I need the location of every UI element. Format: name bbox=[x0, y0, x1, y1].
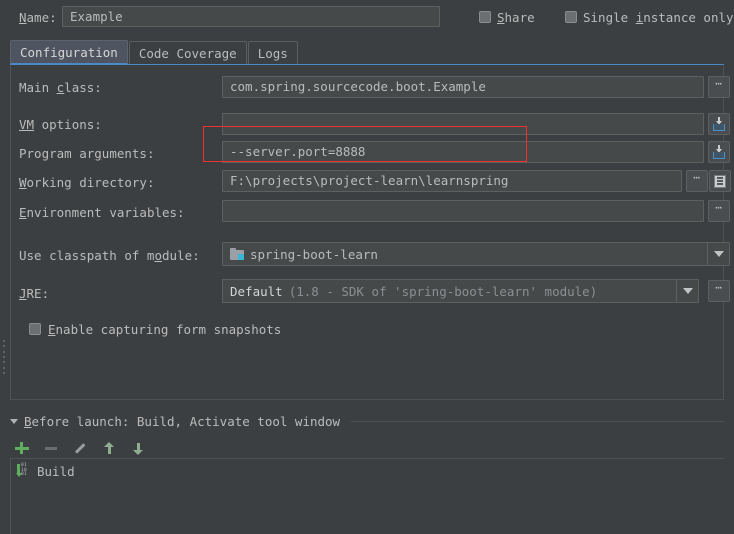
share-label: Share bbox=[497, 10, 535, 25]
move-up-button[interactable] bbox=[101, 440, 117, 456]
program-arguments-label: Program arguments: bbox=[19, 146, 154, 161]
environment-variables-label: Environment variables: bbox=[19, 205, 185, 220]
header-divider bbox=[351, 421, 724, 422]
jre-browse-button[interactable]: ⋯ bbox=[708, 280, 730, 302]
name-label-text: ame: bbox=[27, 10, 57, 25]
jre-dropdown-arrow[interactable] bbox=[676, 280, 698, 302]
name-label-mnemonic: N bbox=[19, 10, 27, 25]
name-input[interactable]: Example bbox=[62, 6, 440, 27]
before-launch-header[interactable]: Before launch: Build, Activate tool wind… bbox=[10, 413, 724, 429]
ellipsis-icon: ⋯ bbox=[715, 284, 723, 292]
classpath-module-value: spring-boot-learn bbox=[250, 247, 378, 262]
remove-button bbox=[43, 440, 59, 456]
jre-label: JRE: bbox=[19, 286, 49, 301]
main-class-label: Main class: bbox=[19, 80, 102, 95]
name-label: Name: bbox=[19, 10, 57, 25]
working-directory-input[interactable]: F:\projects\project-learn\learnspring bbox=[222, 170, 682, 192]
edit-button bbox=[72, 440, 88, 456]
macro-list-icon bbox=[714, 175, 726, 188]
before-launch-toolbar[interactable] bbox=[14, 440, 146, 456]
jre-value-secondary: (1.8 - SDK of 'spring-boot-learn' module… bbox=[289, 284, 598, 299]
environment-variables-browse-button[interactable]: ⋯ bbox=[708, 200, 730, 222]
chevron-down-icon bbox=[683, 288, 693, 294]
program-arguments-input[interactable]: --server.port=8888 bbox=[222, 141, 704, 163]
enable-snapshots-checkbox[interactable] bbox=[29, 323, 41, 335]
ellipsis-icon: ⋯ bbox=[715, 80, 723, 88]
working-directory-browse-button[interactable]: ⋯ bbox=[686, 170, 708, 192]
vm-options-input[interactable] bbox=[222, 113, 704, 135]
list-item-label: Build bbox=[37, 464, 75, 479]
ellipsis-icon: ⋯ bbox=[693, 174, 701, 182]
dialog-header: Name: Example Share Single instance only bbox=[0, 0, 734, 36]
main-class-browse-button[interactable]: ⋯ bbox=[708, 76, 730, 98]
working-directory-label: Working directory: bbox=[19, 175, 154, 190]
add-button[interactable] bbox=[14, 440, 30, 456]
jre-combobox[interactable]: Default (1.8 - SDK of 'spring-boot-learn… bbox=[222, 279, 699, 303]
classpath-module-dropdown-arrow[interactable] bbox=[707, 243, 729, 265]
minus-icon bbox=[45, 447, 57, 450]
arrow-down-icon bbox=[132, 442, 144, 455]
tab-bar[interactable]: Configuration Code Coverage Logs bbox=[10, 40, 299, 65]
ellipsis-icon: ⋯ bbox=[715, 204, 723, 212]
jre-value-primary: Default bbox=[230, 284, 283, 299]
classpath-module-label: Use classpath of module: bbox=[19, 248, 200, 263]
module-icon bbox=[230, 248, 244, 260]
before-launch-list[interactable]: 011001 Build bbox=[10, 458, 724, 534]
arrow-up-icon bbox=[103, 442, 115, 455]
before-launch-title: Before launch: Build, Activate tool wind… bbox=[24, 414, 340, 429]
tab-code-coverage[interactable]: Code Coverage bbox=[129, 41, 247, 65]
collapse-triangle-icon[interactable] bbox=[10, 419, 18, 424]
tab-configuration[interactable]: Configuration bbox=[10, 40, 128, 65]
enable-snapshots-label: Enable capturing form snapshots bbox=[48, 322, 281, 337]
single-instance-checkbox[interactable] bbox=[565, 11, 577, 23]
panel-splitter-handle[interactable] bbox=[2, 340, 7, 374]
enable-snapshots-checkbox-row[interactable]: Enable capturing form snapshots bbox=[29, 322, 281, 337]
share-checkbox-row[interactable]: Share bbox=[479, 10, 535, 25]
share-checkbox[interactable] bbox=[479, 11, 491, 23]
move-down-button[interactable] bbox=[130, 440, 146, 456]
list-item[interactable]: 011001 Build bbox=[16, 462, 75, 480]
vm-options-label: VM options: bbox=[19, 117, 102, 132]
expand-editor-icon bbox=[712, 145, 726, 159]
compile-icon: 011001 bbox=[16, 464, 31, 478]
classpath-module-combobox[interactable]: spring-boot-learn bbox=[222, 242, 730, 266]
working-directory-macro-button[interactable] bbox=[709, 170, 731, 192]
single-instance-label: Single instance only bbox=[583, 10, 734, 25]
chevron-down-icon bbox=[714, 251, 724, 257]
pencil-icon bbox=[75, 443, 85, 453]
environment-variables-input[interactable] bbox=[222, 200, 704, 222]
tab-logs[interactable]: Logs bbox=[248, 41, 298, 65]
expand-editor-icon bbox=[712, 117, 726, 131]
single-instance-checkbox-row[interactable]: Single instance only bbox=[565, 10, 734, 25]
program-arguments-expand-button[interactable] bbox=[708, 141, 730, 163]
main-class-input[interactable]: com.spring.sourcecode.boot.Example bbox=[222, 76, 704, 98]
vm-options-expand-button[interactable] bbox=[708, 113, 730, 135]
